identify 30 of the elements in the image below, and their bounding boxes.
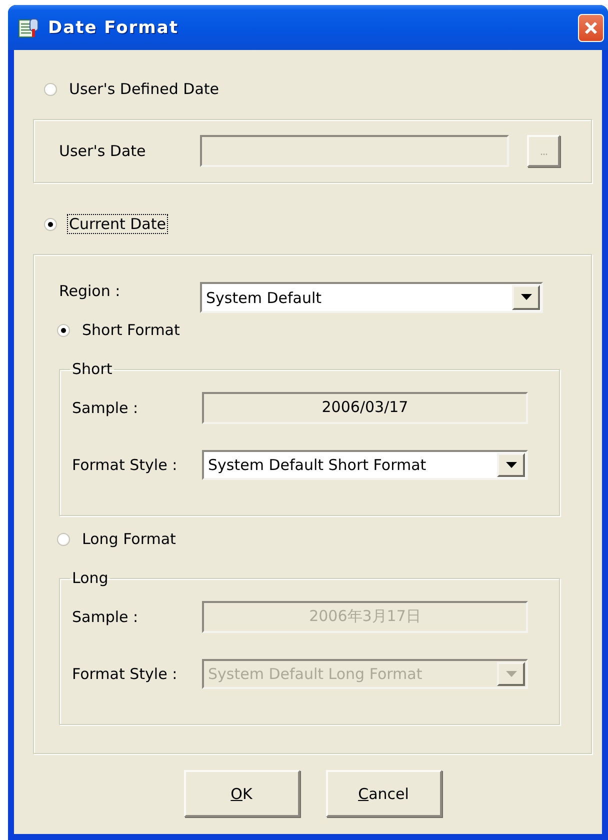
window-title: Date Format [48, 18, 180, 38]
field-label: Format Style : [72, 456, 178, 474]
radio-button-icon[interactable] [44, 82, 57, 96]
radio-label[interactable]: Short Format [80, 320, 182, 340]
close-icon [583, 20, 599, 36]
radio-label[interactable]: Long Format [80, 529, 178, 549]
dropdown-button[interactable] [512, 285, 540, 310]
group-title: Short [71, 360, 114, 378]
group-title: Long [71, 569, 110, 587]
sample-field[interactable]: 2006/03/17 [202, 392, 528, 424]
field-label: Sample : [72, 399, 140, 417]
caret-icon [506, 670, 516, 678]
field-label: Sample : [72, 608, 140, 626]
dropdown-button[interactable] [497, 453, 525, 477]
radio-button-icon[interactable] [57, 532, 70, 546]
dialog-button[interactable]: OK [184, 770, 300, 817]
field-label: User's Date [59, 142, 147, 160]
radio-label[interactable]: User's Defined Date [67, 79, 221, 99]
radio-button-icon[interactable] [57, 324, 70, 336]
dialog-button[interactable]: Cancel [326, 770, 442, 817]
calendar-icon [18, 16, 40, 38]
radio-button-icon[interactable] [44, 218, 57, 230]
field-label: Region : [59, 282, 122, 300]
dropdown[interactable]: System Default [200, 282, 543, 313]
dropdown[interactable]: System Default Short Format [202, 450, 528, 480]
radio-label[interactable]: Current Date [67, 214, 168, 234]
caret-icon [506, 462, 516, 468]
close-button[interactable] [578, 14, 604, 42]
field-label: Format Style : [72, 665, 178, 683]
caret-icon [520, 294, 532, 301]
